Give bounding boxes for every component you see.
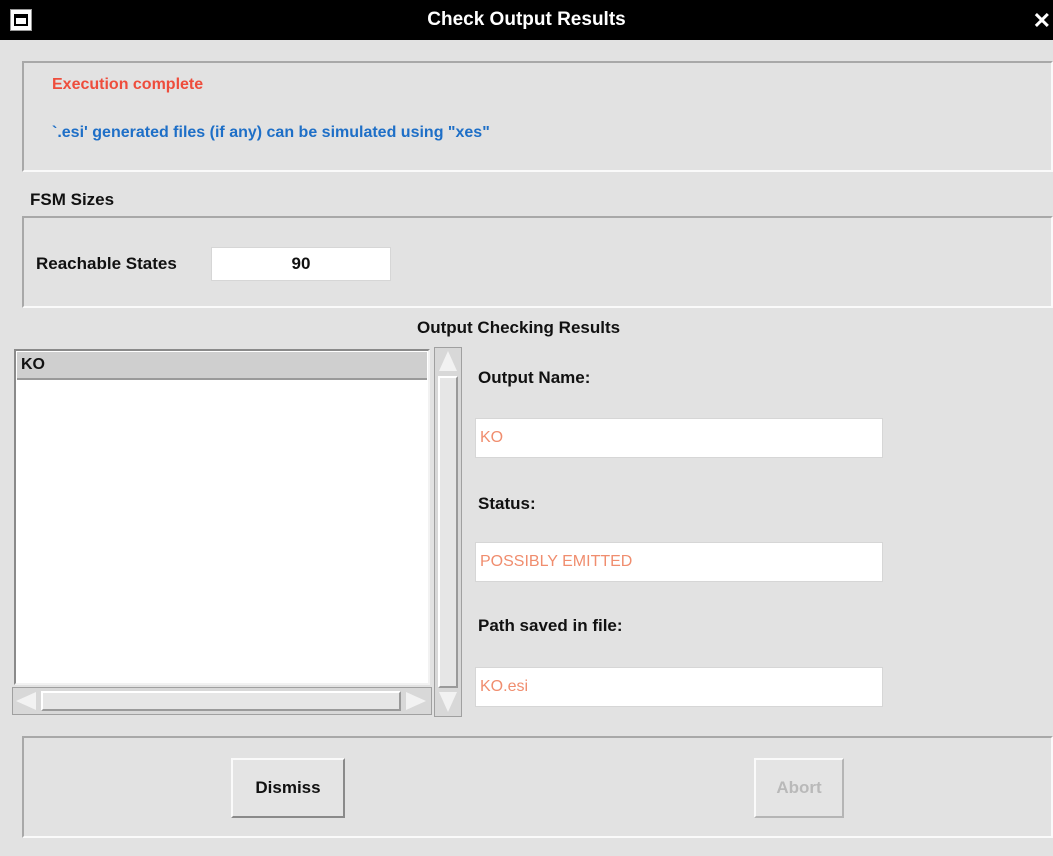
fsm-sizes-heading: FSM Sizes: [30, 190, 115, 209]
window-menu-icon[interactable]: [10, 9, 32, 31]
output-name-label: Output Name:: [478, 368, 591, 387]
list-item[interactable]: KO: [17, 352, 427, 380]
path-saved-label: Path saved in file:: [478, 616, 623, 635]
scroll-up-arrow-icon[interactable]: [439, 351, 457, 371]
vertical-scrollbar[interactable]: [434, 347, 462, 717]
info-message-text: `.esi' generated files (if any) can be s…: [52, 124, 490, 141]
output-name-field: KO: [475, 418, 883, 458]
path-saved-field: KO.esi: [475, 667, 883, 707]
status-field: POSSIBLY EMITTED: [475, 542, 883, 582]
horizontal-scroll-thumb[interactable]: [41, 691, 401, 711]
vertical-scroll-thumb[interactable]: [438, 376, 458, 688]
output-name-value: KO: [480, 429, 504, 446]
horizontal-scrollbar[interactable]: [12, 687, 432, 715]
title-bar: Check Output Results ✕: [0, 0, 1053, 40]
reachable-states-label: Reachable States: [36, 254, 177, 273]
scroll-right-arrow-icon[interactable]: [406, 692, 426, 710]
window-title: Check Output Results: [427, 9, 626, 30]
reachable-states-value: 90: [291, 254, 311, 273]
status-label: Status:: [478, 494, 536, 513]
output-list[interactable]: KO: [14, 349, 430, 685]
path-saved-value: KO.esi: [480, 678, 529, 695]
scroll-left-arrow-icon[interactable]: [16, 692, 36, 710]
scroll-down-arrow-icon[interactable]: [439, 692, 457, 712]
abort-button[interactable]: Abort: [754, 758, 844, 818]
output-checking-heading: Output Checking Results: [417, 318, 621, 337]
close-icon[interactable]: ✕: [1033, 8, 1051, 34]
dismiss-button[interactable]: Dismiss: [231, 758, 345, 818]
list-item-label: KO: [21, 356, 45, 373]
status-value: POSSIBLY EMITTED: [480, 553, 633, 570]
reachable-states-field: 90: [211, 247, 391, 281]
execution-status-text: Execution complete: [52, 76, 204, 93]
button-bar: [22, 736, 1053, 838]
